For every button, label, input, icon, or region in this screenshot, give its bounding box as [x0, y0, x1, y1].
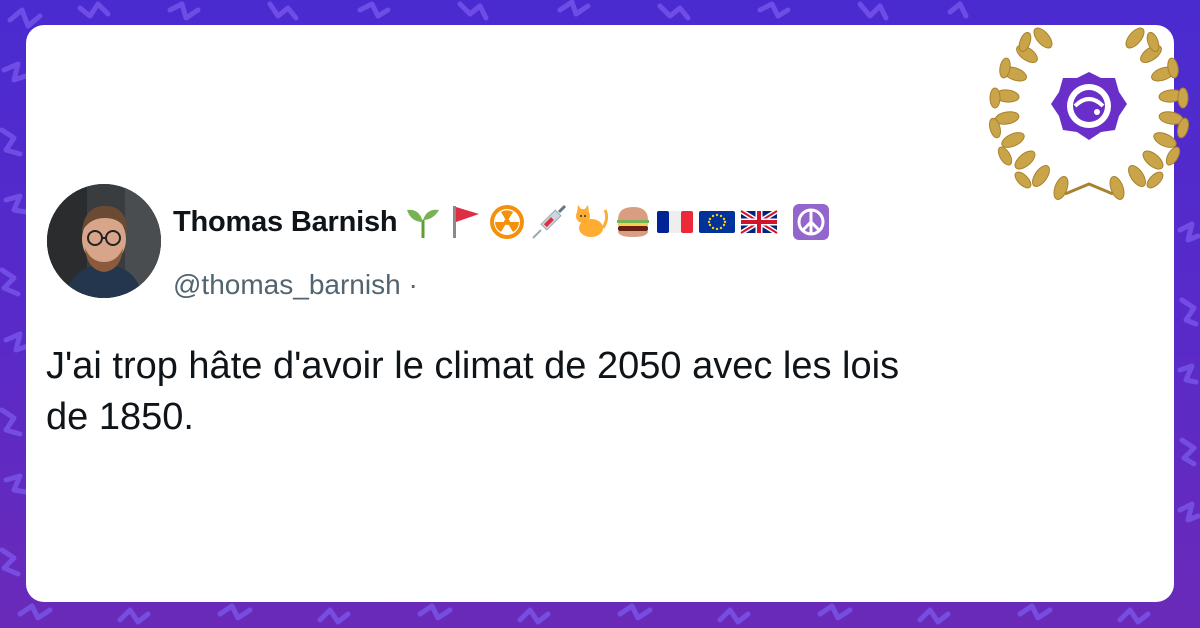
author-name-row: Thomas Barnish: [173, 201, 831, 243]
syringe-icon: [532, 204, 567, 239]
avatar[interactable]: [47, 184, 161, 298]
peace-symbol-icon: [793, 204, 830, 240]
avatar-photo: [47, 184, 161, 298]
radioactive-icon: [490, 205, 525, 239]
seedling-icon: [407, 209, 440, 238]
uk-flag-icon: [740, 208, 779, 236]
handle-separator: ·: [408, 269, 418, 300]
hamburger-icon: [617, 207, 650, 237]
laurel-badge-icon: [989, 27, 1189, 200]
cat-icon: [576, 205, 609, 237]
tweet-text-line-2: de 1850.: [46, 396, 194, 438]
france-flag-icon: [657, 211, 694, 233]
eu-flag-icon: [699, 211, 736, 233]
author-handle[interactable]: @thomas_barnish: [173, 269, 401, 300]
author-handle-row: @thomas_barnish ·: [173, 269, 418, 301]
author-name[interactable]: Thomas Barnish: [173, 206, 398, 239]
tweet-text-line-1: J'ai trop hâte d'avoir le climat de 2050…: [46, 345, 900, 387]
name-emojis: [403, 202, 831, 242]
tweet-text: J'ai trop hâte d'avoir le climat de 2050…: [46, 341, 1146, 443]
red-flag-icon: [453, 206, 480, 238]
